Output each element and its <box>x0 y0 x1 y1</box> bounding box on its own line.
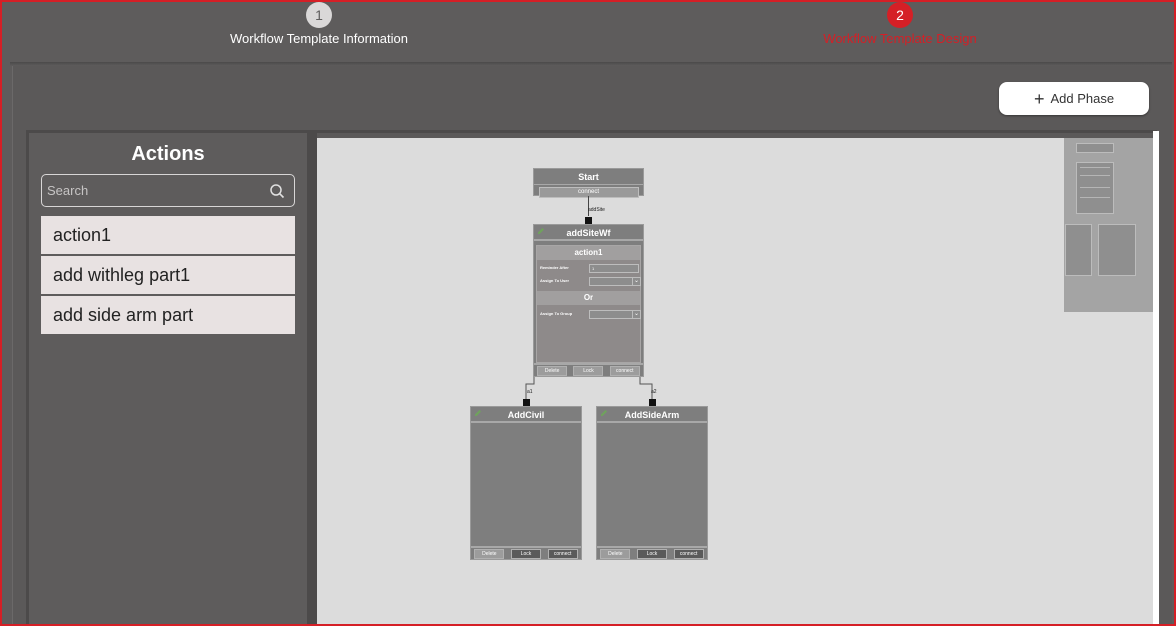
add-site-node-footer: Delete Lock connect <box>534 363 643 376</box>
minimap-add-civil-node <box>1065 224 1092 276</box>
reminder-label: Reminder After <box>540 265 569 270</box>
add-civil-node-title: AddCivil <box>507 410 545 420</box>
stepper: 1 Workflow Template Information 2 Workfl… <box>10 2 1172 62</box>
assign-group-select[interactable]: ⌄ <box>589 310 641 319</box>
lock-button[interactable]: Lock <box>510 548 541 559</box>
workflow-canvas[interactable]: Start connect addSite addSiteWf action1 … <box>317 138 1154 626</box>
add-side-arm-node[interactable]: AddSideArm Delete Lock connect <box>596 406 708 560</box>
canvas-gutter <box>310 133 317 626</box>
edge-label-left: a1 <box>527 389 533 395</box>
connect-button[interactable]: connect <box>547 548 578 559</box>
action-item-add-side-arm-part[interactable]: add side arm part <box>41 296 295 334</box>
minimap-start-node <box>1076 143 1114 153</box>
delete-button[interactable]: Delete <box>600 548 631 559</box>
edge-label-right: a2 <box>651 389 657 395</box>
add-civil-node-footer: Delete Lock connect <box>471 546 581 559</box>
add-side-arm-node-title: AddSideArm <box>624 410 680 420</box>
edge-label-start: addSite <box>588 207 605 213</box>
actions-title: Actions <box>131 143 205 165</box>
minimap-add-site-node <box>1076 162 1114 214</box>
add-side-arm-node-footer: Delete Lock connect <box>597 546 707 559</box>
step-2-number: 2 <box>887 2 913 28</box>
assign-group-row: Assign To Group ⌄ <box>537 310 641 321</box>
connector-port-left <box>523 399 530 406</box>
connector-port-start <box>585 217 592 224</box>
connect-button[interactable]: connect <box>609 365 640 376</box>
connector-children <box>525 377 653 400</box>
add-site-node-title: addSiteWf <box>566 228 611 238</box>
add-civil-node-header: AddCivil <box>471 407 581 423</box>
start-node-title: Start <box>534 169 643 185</box>
step-1[interactable]: 1 Workflow Template Information <box>159 2 479 46</box>
plus-icon: + <box>1033 88 1045 109</box>
action-list: action1 add withleg part1 add side arm p… <box>41 216 295 336</box>
add-site-node[interactable]: addSiteWf action1 Reminder After 1 Assig… <box>533 224 644 377</box>
step-1-number: 1 <box>306 2 332 28</box>
step-1-label: Workflow Template Information <box>230 31 408 46</box>
action-item-action1[interactable]: action1 <box>41 216 295 254</box>
action-card: action1 Reminder After 1 Assign To User … <box>536 245 641 363</box>
search-icon[interactable] <box>269 183 285 199</box>
lock-button[interactable]: Lock <box>636 548 667 559</box>
action-item-add-withleg-part1[interactable]: add withleg part1 <box>41 256 295 294</box>
canvas-scrollbar[interactable] <box>1153 131 1159 626</box>
assign-user-label: Assign To User <box>540 278 570 283</box>
add-side-arm-node-header: AddSideArm <box>597 407 707 423</box>
add-site-node-header: addSiteWf <box>534 225 643 241</box>
minimap[interactable] <box>1064 138 1154 312</box>
lock-button[interactable]: Lock <box>573 365 604 376</box>
edit-icon[interactable] <box>600 409 608 417</box>
connect-button[interactable]: connect <box>673 548 704 559</box>
or-divider: Or <box>537 291 640 305</box>
assign-user-row: Assign To User ⌄ <box>537 277 641 288</box>
add-phase-label: Add Phase <box>1050 91 1115 106</box>
search-input[interactable] <box>47 175 262 206</box>
step-2[interactable]: 2 Workflow Template Design <box>740 2 1060 46</box>
start-node[interactable]: Start connect <box>533 168 644 198</box>
chevron-down-icon: ⌄ <box>632 278 640 285</box>
assign-group-label: Assign To Group <box>540 311 573 316</box>
minimap-add-side-arm-node <box>1098 224 1136 276</box>
search-box <box>41 174 295 207</box>
chevron-down-icon: ⌄ <box>632 311 640 318</box>
edit-icon[interactable] <box>537 227 545 235</box>
delete-button[interactable]: Delete <box>474 548 505 559</box>
connector-start <box>588 196 589 216</box>
assign-user-select[interactable]: ⌄ <box>589 277 641 286</box>
actions-panel: Actions action1 add withleg part1 add si… <box>26 133 310 626</box>
delete-button[interactable]: Delete <box>537 365 568 376</box>
connector-port-right <box>649 399 656 406</box>
reminder-input[interactable]: 1 <box>589 264 639 273</box>
add-civil-node[interactable]: AddCivil Delete Lock connect <box>470 406 582 560</box>
edit-icon[interactable] <box>474 409 482 417</box>
step-2-label: Workflow Template Design <box>823 31 977 46</box>
action-card-title: action1 <box>537 246 640 260</box>
reminder-row: Reminder After 1 <box>537 264 640 275</box>
add-phase-button[interactable]: + Add Phase <box>999 82 1149 115</box>
